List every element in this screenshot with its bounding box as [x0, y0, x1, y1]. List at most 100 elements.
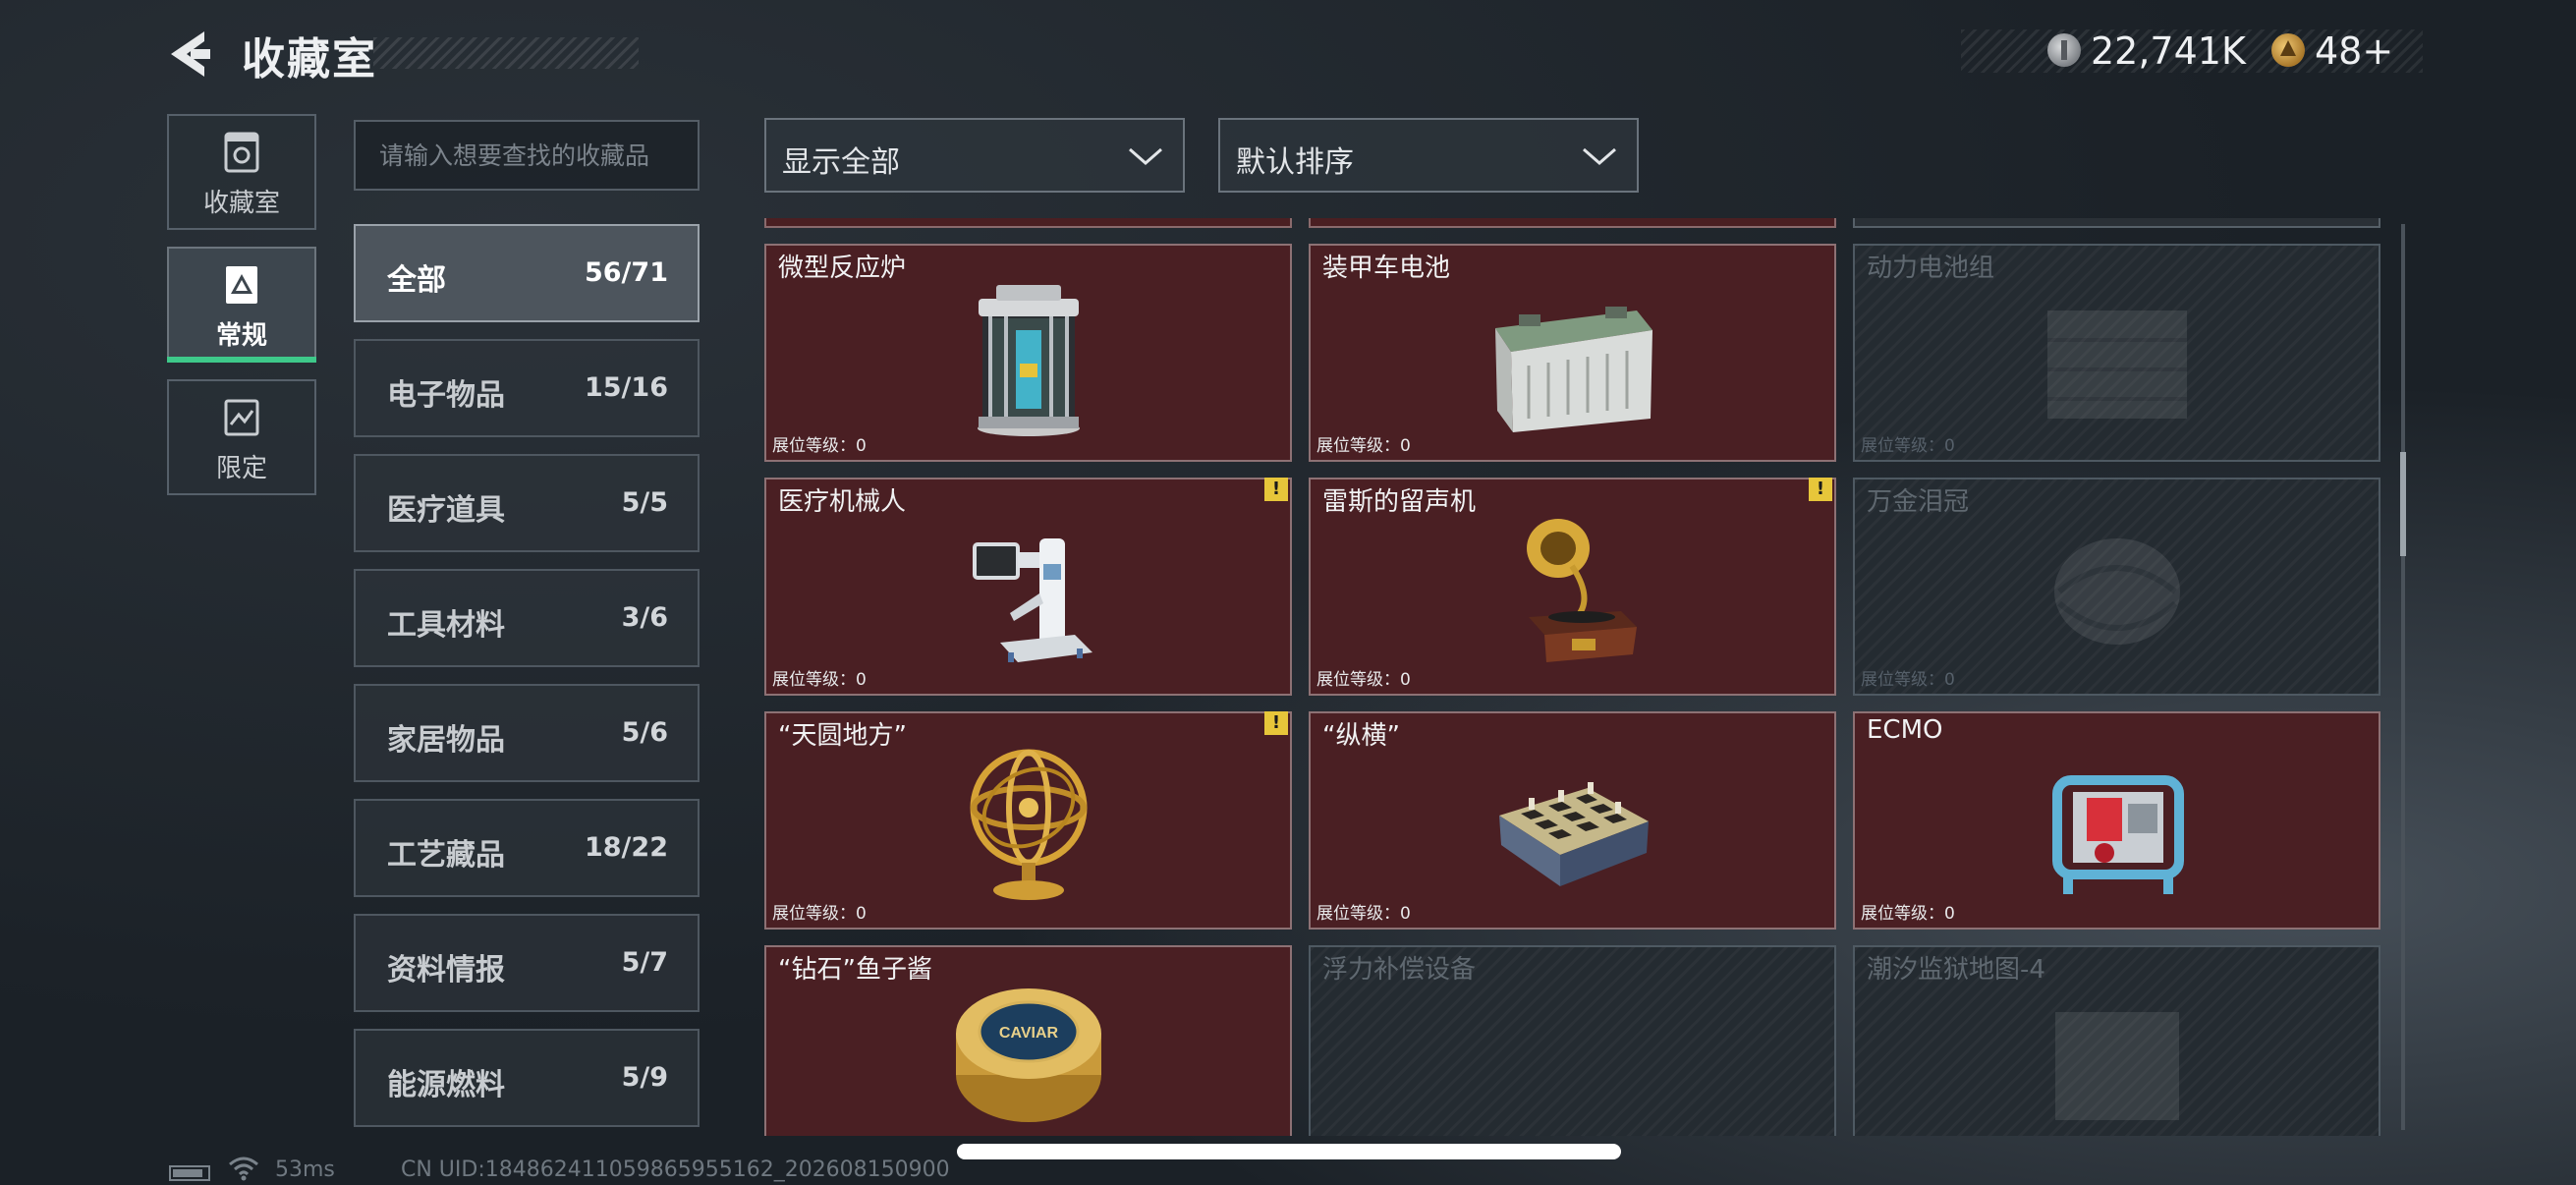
currency-display: 22,741K 48+ — [1961, 29, 2423, 73]
exhibit-level: 展位等级：0 — [772, 670, 867, 690]
caviar-tin-icon: CAVIAR — [955, 988, 1101, 1122]
nav-tab-label: 限定 — [215, 454, 267, 483]
title-decoration — [373, 37, 639, 69]
category-count: 56/71 — [584, 257, 668, 288]
category-electronics[interactable]: 电子物品 15/16 — [354, 339, 700, 437]
collection-card-chessboard[interactable]: “纵横” 展位等级：0 — [1309, 711, 1836, 930]
category-tools[interactable]: 工具材料 3/6 — [354, 569, 700, 667]
category-household[interactable]: 家居物品 5/6 — [354, 684, 700, 782]
card-name: 潮汐监狱地图-4 — [1867, 955, 2045, 985]
collection-card-armored-battery[interactable]: 装甲车电池 展位等级：0 — [1309, 244, 1836, 462]
exhibit-level: 展位等级：0 — [1861, 436, 1955, 456]
category-count: 5/7 — [621, 947, 668, 978]
category-count: 18/22 — [584, 832, 668, 863]
ticket-icon — [2271, 33, 2305, 67]
category-label: 工具材料 — [387, 608, 505, 643]
grid-scrollbar-track[interactable] — [2401, 224, 2405, 1130]
wifi-icon — [229, 1157, 258, 1181]
reactor-icon — [977, 285, 1080, 436]
category-intel[interactable]: 资料情报 5/7 — [354, 914, 700, 1012]
card-name: 装甲车电池 — [1322, 254, 1451, 283]
sort-dropdown[interactable]: 默认排序 — [1218, 118, 1639, 193]
regular-icon — [226, 266, 257, 304]
exhibit-level: 展位等级：0 — [772, 436, 867, 456]
nav-tab-limited[interactable]: 限定 — [167, 379, 316, 495]
card-edge — [1853, 218, 2380, 228]
card-name: “天圆地方” — [778, 721, 907, 751]
category-label: 工艺藏品 — [387, 838, 505, 873]
ticket-balance[interactable]: 48+ — [2315, 29, 2393, 73]
collection-card-power-battery-pack[interactable]: 动力电池组 展位等级：0 — [1853, 244, 2380, 462]
card-edge — [764, 218, 1292, 228]
category-label: 能源燃料 — [387, 1068, 505, 1102]
card-name: 雷斯的留声机 — [1322, 487, 1477, 517]
back-arrow-icon[interactable] — [165, 28, 214, 81]
category-count: 5/5 — [621, 487, 668, 518]
nav-tab-regular[interactable]: 常规 — [167, 247, 316, 363]
category-all[interactable]: 全部 56/71 — [354, 224, 700, 322]
warning-badge: ! — [1264, 711, 1288, 735]
caviar-brand-text: CAVIAR — [998, 1025, 1058, 1042]
category-crafts[interactable]: 工艺藏品 18/22 — [354, 799, 700, 897]
collection-card-caviar[interactable]: “钻石”鱼子酱 CAVIAR — [764, 945, 1292, 1136]
card-name: “钻石”鱼子酱 — [778, 955, 932, 985]
nav-tab-label: 收藏室 — [202, 189, 280, 218]
battery-status-icon — [169, 1165, 210, 1181]
home-indicator[interactable] — [957, 1144, 1621, 1159]
warning-badge: ! — [1264, 478, 1288, 501]
collection-card-crown[interactable]: 万金泪冠 展位等级：0 — [1853, 478, 2380, 696]
card-edge — [1309, 218, 1836, 228]
ping-latency: 53ms — [275, 1157, 335, 1182]
vault-icon — [224, 132, 259, 173]
category-label: 资料情报 — [387, 953, 505, 988]
category-label: 全部 — [387, 263, 446, 298]
page-title: 收藏室 — [242, 34, 377, 85]
category-count: 5/6 — [621, 717, 668, 748]
crown-icon — [2053, 538, 2180, 645]
coin-icon — [2047, 33, 2081, 67]
exhibit-level: 展位等级：0 — [772, 904, 867, 924]
grid-scrollbar-thumb[interactable] — [2400, 452, 2406, 556]
category-count: 3/6 — [621, 602, 668, 633]
collection-card-armillary-sphere[interactable]: “天圆地方” ! 展位等级：0 — [764, 711, 1292, 930]
collection-card-medical-robot[interactable]: 医疗机械人 ! 展位等级：0 — [764, 478, 1292, 696]
nav-tab-vault[interactable]: 收藏室 — [167, 114, 316, 230]
collection-card-micro-reactor[interactable]: 微型反应炉 展位等级：0 — [764, 244, 1292, 462]
collection-card-gramophone[interactable]: 雷斯的留声机 ! 展位等级：0 — [1309, 478, 1836, 696]
card-name: 医疗机械人 — [778, 487, 907, 517]
card-name: 浮力补偿设备 — [1322, 955, 1477, 985]
category-medical[interactable]: 医疗道具 5/5 — [354, 454, 700, 552]
category-label: 家居物品 — [387, 723, 505, 758]
category-count: 15/16 — [584, 372, 668, 403]
collection-card-tide-prison-map[interactable]: 潮汐监狱地图-4 — [1853, 945, 2380, 1136]
warning-badge: ! — [1809, 478, 1832, 501]
card-name: 动力电池组 — [1867, 254, 1995, 283]
collection-card-buoyancy-device[interactable]: 浮力补偿设备 — [1309, 945, 1836, 1136]
battery-pack-icon — [2046, 310, 2187, 419]
nav-tab-label: 常规 — [215, 321, 267, 351]
chessboard-icon — [1498, 782, 1649, 886]
card-name: ECMO — [1867, 715, 1943, 745]
card-name: 万金泪冠 — [1867, 487, 1970, 517]
card-name: “纵横” — [1322, 721, 1400, 751]
collection-card-ecmo[interactable]: ECMO 展位等级：0 — [1853, 711, 2380, 930]
collection-grid: 微型反应炉 展位等级：0 装甲车电池 展位等级：0 动力电池组 展位等级：0 医… — [756, 218, 2385, 1136]
coin-balance: 22,741K — [2091, 29, 2246, 73]
exhibit-level: 展位等级：0 — [1316, 436, 1411, 456]
map-icon — [2054, 1012, 2179, 1120]
user-uid: CN UID:184862411059865955162_20260815090… — [401, 1157, 950, 1182]
search-input[interactable] — [354, 120, 700, 191]
category-energy[interactable]: 能源燃料 5/9 — [354, 1029, 700, 1127]
top-bar: 收藏室 22,741K 48+ — [0, 0, 2576, 108]
category-label: 电子物品 — [387, 378, 505, 413]
category-count: 5/9 — [621, 1062, 668, 1093]
battery-icon — [1494, 307, 1652, 432]
chevron-down-icon — [1583, 147, 1616, 165]
card-name: 微型反应炉 — [778, 254, 907, 283]
armillary-sphere-icon — [970, 749, 1087, 900]
ecmo-machine-icon — [2051, 775, 2184, 894]
exhibit-level: 展位等级：0 — [1861, 904, 1955, 924]
chevron-down-icon — [1129, 147, 1162, 165]
display-filter-dropdown[interactable]: 显示全部 — [764, 118, 1185, 193]
exhibit-level: 展位等级：0 — [1861, 670, 1955, 690]
